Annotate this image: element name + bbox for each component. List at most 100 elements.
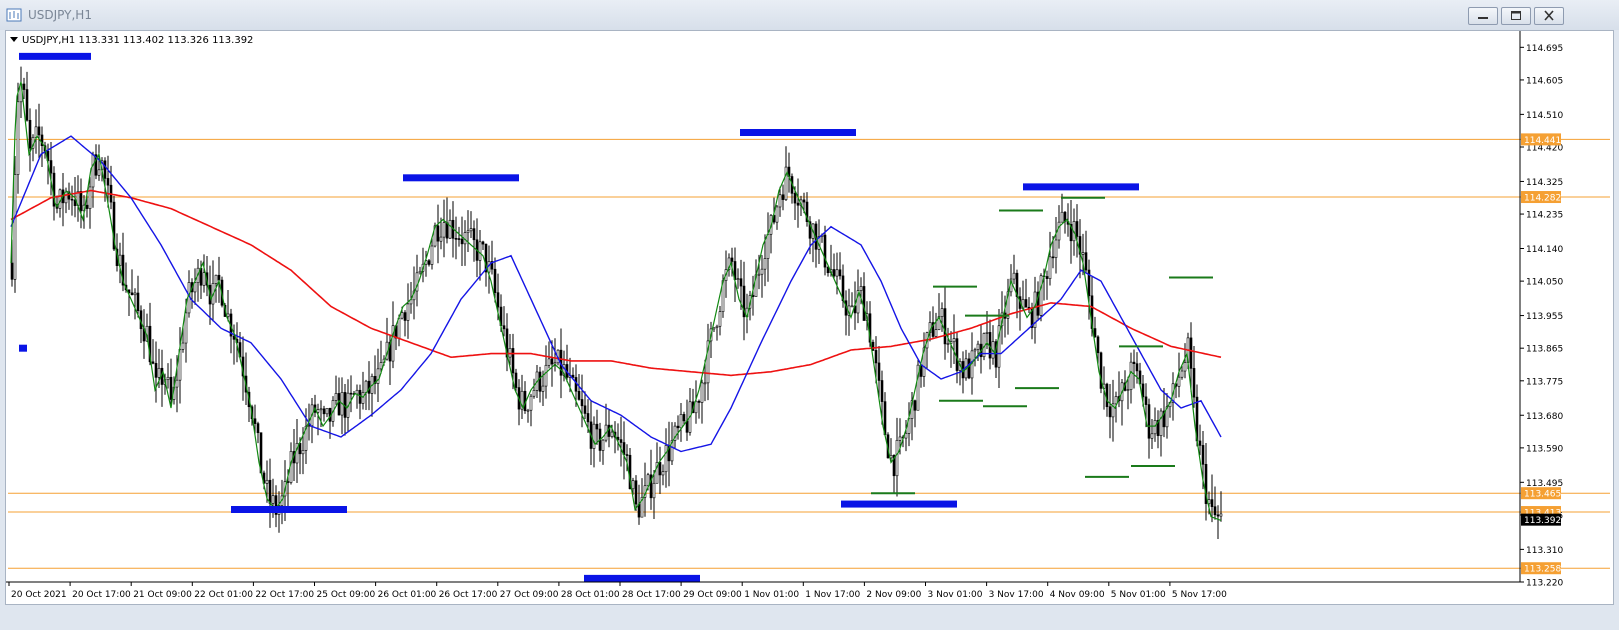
price-chart[interactable]: 114.695114.605114.510114.420114.325114.2… — [6, 31, 1613, 604]
candle-body — [781, 194, 785, 200]
candle-body — [64, 191, 68, 204]
candle-body — [1012, 272, 1016, 280]
candle-body — [502, 325, 506, 330]
candle-body — [169, 376, 173, 400]
candle-body — [1189, 337, 1193, 369]
candle-body — [631, 480, 635, 490]
candle-body — [91, 154, 95, 188]
candle-body — [337, 393, 341, 416]
candle-body — [778, 194, 782, 208]
candle-body — [1045, 276, 1049, 279]
candle-body — [682, 414, 686, 422]
candle-body — [445, 222, 449, 239]
time-tick-label: 20 Oct 17:00 — [72, 590, 131, 600]
time-tick-label: 5 Nov 01:00 — [1111, 590, 1166, 600]
candle-body — [595, 423, 599, 430]
price-tick-label: 113.310 — [1526, 546, 1563, 556]
time-tick-label: 3 Nov 17:00 — [989, 590, 1044, 600]
candle-body — [862, 286, 866, 321]
price-tick-label: 113.955 — [1526, 312, 1563, 322]
title-bar[interactable]: USDJPY,H1 — [0, 0, 1619, 30]
candle-body — [766, 233, 770, 259]
time-tick-label: 5 Nov 17:00 — [1172, 590, 1227, 600]
candle-body — [460, 238, 464, 245]
candle-body — [586, 413, 590, 423]
candle-body — [967, 358, 971, 379]
candle-body — [439, 236, 443, 242]
candle-body — [838, 269, 842, 277]
candle-body — [913, 400, 917, 411]
candle-body — [49, 160, 53, 174]
candle-body — [448, 219, 452, 239]
candle-body — [904, 433, 908, 439]
time-tick-label: 22 Oct 17:00 — [255, 590, 314, 600]
candle-body — [319, 408, 323, 411]
blue-zone-marker — [403, 174, 519, 182]
candle-body — [946, 343, 950, 345]
candle-body — [601, 439, 605, 451]
candle-body — [349, 392, 353, 395]
candle-body — [874, 350, 878, 364]
candle-body — [1159, 410, 1163, 436]
level-price-label: 113.258 — [1524, 565, 1561, 575]
candle-body — [1132, 361, 1136, 364]
price-tick-label: 113.220 — [1526, 579, 1563, 589]
candle-body — [1180, 370, 1184, 378]
symbol-dropdown-icon[interactable] — [10, 37, 18, 42]
candle-body — [1183, 362, 1187, 372]
candle-body — [265, 479, 269, 484]
candle-body — [151, 361, 155, 364]
close-icon — [1544, 10, 1554, 21]
candle-body — [1075, 221, 1079, 237]
candle-body — [22, 83, 26, 90]
blue-zone-marker — [584, 574, 700, 582]
candle-body — [1213, 506, 1217, 516]
candle-body — [676, 425, 680, 429]
candle-body — [1093, 328, 1097, 338]
candle-body — [436, 225, 440, 242]
candle-body — [16, 101, 20, 175]
price-tick-label: 114.510 — [1526, 111, 1563, 121]
time-tick-label: 22 Oct 01:00 — [194, 590, 253, 600]
candle-body — [199, 267, 203, 286]
price-tick-label: 114.235 — [1526, 211, 1563, 221]
candle-body — [454, 238, 458, 240]
time-tick-label: 3 Nov 01:00 — [928, 590, 983, 600]
blue-zone-marker — [231, 506, 347, 513]
candle-body — [400, 312, 404, 319]
candle-body — [130, 292, 134, 296]
window-title: USDJPY,H1 — [28, 8, 92, 22]
candle-body — [757, 273, 761, 276]
close-button[interactable] — [1534, 7, 1564, 25]
chart-frame[interactable]: 114.695 114.605 114.510 114.420 114.325 114.2… — [5, 30, 1614, 605]
minimize-button[interactable] — [1468, 7, 1498, 25]
time-tick-label: 28 Oct 17:00 — [622, 590, 681, 600]
candle-body — [1201, 445, 1205, 465]
level-price-label: 114.441 — [1524, 136, 1561, 146]
restore-icon — [1511, 11, 1521, 20]
time-tick-label: 1 Nov 17:00 — [805, 590, 860, 600]
candle-body — [835, 269, 839, 277]
candle-body — [532, 390, 536, 397]
level-price-label: 113.465 — [1524, 490, 1561, 500]
blue-zone-marker — [841, 500, 957, 508]
candle-body — [619, 439, 623, 443]
candle-body — [652, 482, 656, 499]
candle-body — [307, 425, 311, 428]
candle-body — [550, 358, 554, 365]
candle-body — [79, 191, 83, 212]
candle-body — [871, 341, 875, 351]
blue-zone-marker — [19, 52, 91, 60]
candle-body — [526, 409, 530, 412]
time-tick-label: 2 Nov 09:00 — [866, 590, 921, 600]
minimize-icon — [1478, 17, 1488, 19]
restore-button[interactable] — [1501, 7, 1531, 25]
candle-body — [253, 418, 257, 424]
candle-body — [577, 390, 581, 400]
price-tick-label: 114.325 — [1526, 178, 1563, 188]
candle-body — [1150, 433, 1154, 439]
candle-body — [796, 202, 800, 206]
candle-body — [358, 389, 362, 404]
candle-body — [646, 474, 650, 487]
candle-body — [1057, 221, 1061, 241]
